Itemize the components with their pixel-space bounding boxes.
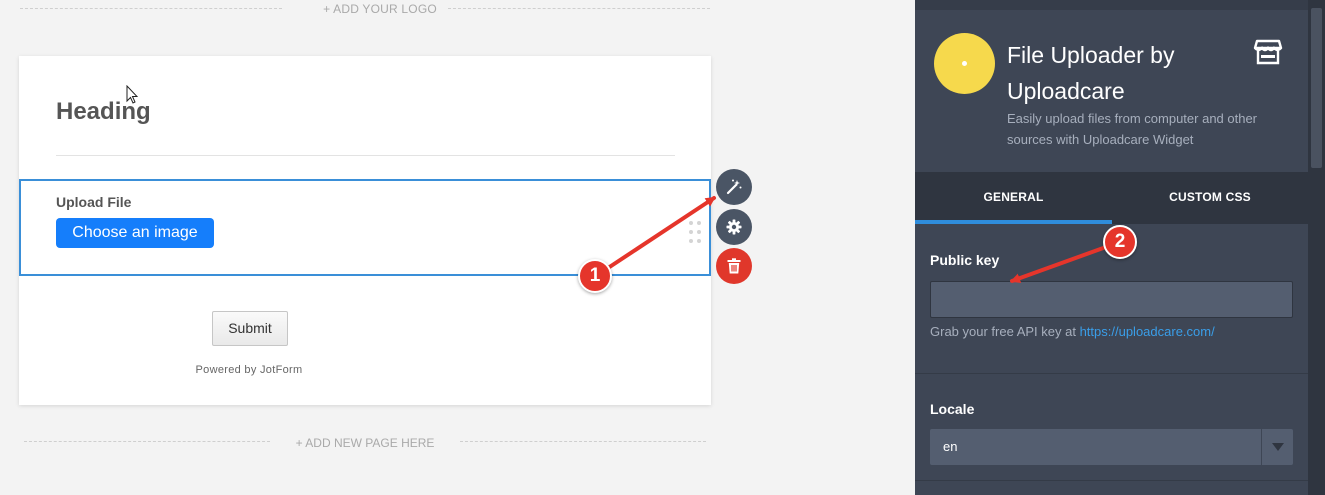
add-new-page-link[interactable]: + ADD NEW PAGE HERE (290, 436, 440, 450)
widget-description: Easily upload files from computer and ot… (1007, 111, 1258, 147)
panel-top-strip (915, 0, 1308, 10)
form-card: Heading Upload File Choose an image Subm… (19, 56, 711, 405)
locale-selected-value: en (943, 439, 958, 454)
upload-file-label[interactable]: Upload File (56, 194, 131, 210)
section-divider-bottom (915, 480, 1308, 481)
public-key-input[interactable] (930, 281, 1293, 318)
section-divider (915, 373, 1308, 374)
page-dash-right (460, 441, 706, 442)
add-new-page-row[interactable]: + ADD NEW PAGE HERE (20, 433, 710, 453)
panel-scrollbar[interactable] (1308, 0, 1325, 495)
panel-tabs: GENERAL CUSTOM CSS (915, 172, 1308, 224)
uploadcare-link[interactable]: https://uploadcare.com/ (1080, 324, 1215, 339)
locale-label: Locale (930, 401, 975, 417)
logo-dash-left (20, 8, 282, 9)
field-settings-button[interactable] (716, 209, 752, 245)
hint-text: Grab your free API key at (930, 324, 1080, 339)
public-key-hint: Grab your free API key at https://upload… (930, 324, 1215, 339)
annotation-badge-2: 2 (1103, 225, 1137, 259)
heading-divider (56, 155, 675, 156)
add-logo-link[interactable]: + ADD YOUR LOGO (310, 2, 450, 16)
add-logo-row[interactable]: + ADD YOUR LOGO (20, 0, 710, 18)
magic-wand-icon (726, 179, 742, 195)
powered-by-text: Powered by JotForm (195, 364, 303, 376)
drag-handle-icon[interactable] (689, 221, 703, 245)
tab-custom-css[interactable]: CUSTOM CSS (1112, 172, 1308, 224)
submit-button[interactable]: Submit (212, 311, 288, 346)
widget-title: File Uploader by Uploadcare (1007, 42, 1175, 104)
store-icon[interactable] (1253, 37, 1283, 67)
mouse-cursor-icon (126, 85, 138, 104)
magic-wand-button[interactable] (716, 169, 752, 205)
trash-icon (727, 258, 741, 274)
upload-file-field[interactable]: Upload File Choose an image (19, 179, 711, 276)
public-key-label: Public key (930, 252, 1000, 268)
delete-field-button[interactable] (716, 248, 752, 284)
scrollbar-thumb[interactable] (1311, 8, 1322, 168)
locale-select[interactable]: en (930, 429, 1293, 465)
tab-general[interactable]: GENERAL (915, 172, 1112, 224)
logo-dash-right (448, 8, 710, 9)
chevron-down-icon[interactable] (1261, 429, 1293, 465)
annotation-badge-1: 1 (578, 259, 612, 293)
page-dash-left (24, 441, 270, 442)
uploadcare-logo-icon (934, 33, 995, 94)
choose-image-button[interactable]: Choose an image (56, 218, 214, 248)
gear-icon (726, 219, 742, 235)
